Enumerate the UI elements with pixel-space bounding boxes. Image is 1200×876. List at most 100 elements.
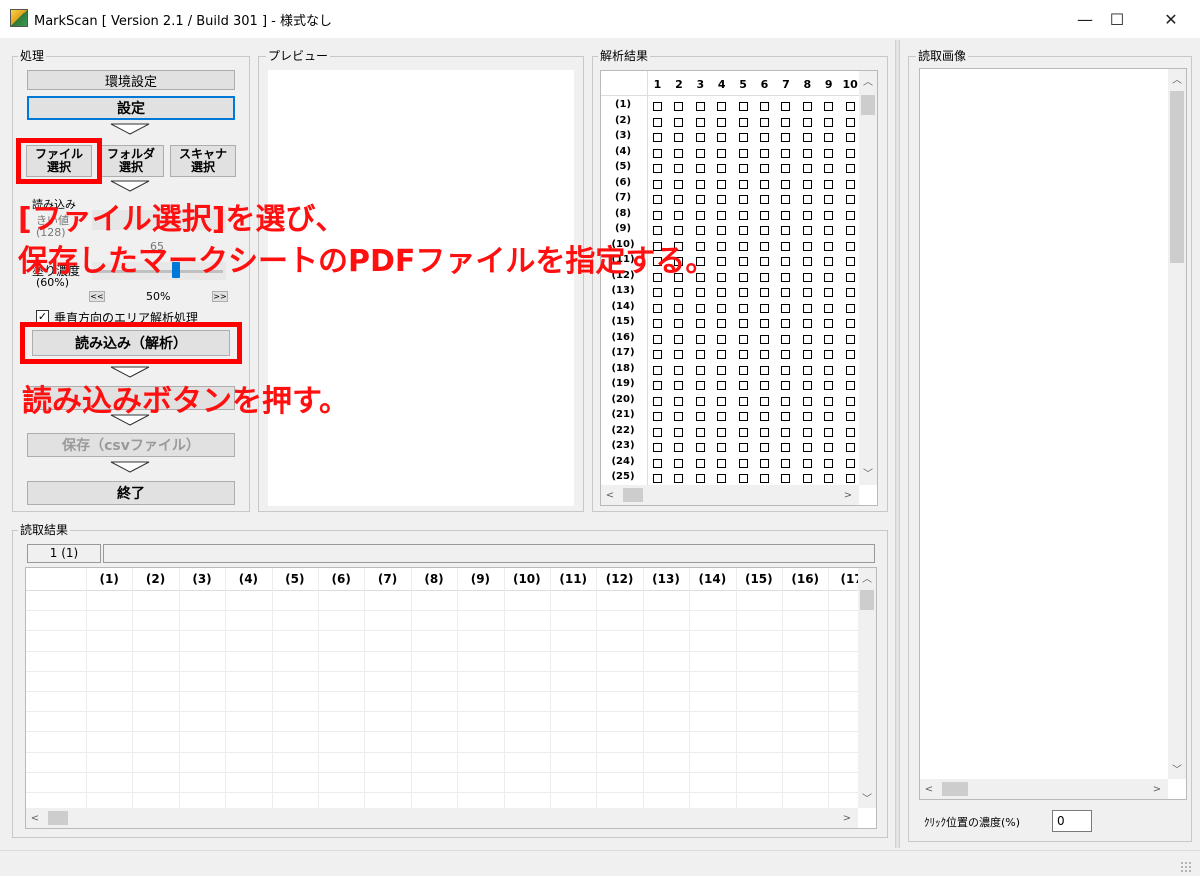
mark-checkbox[interactable] [674, 288, 684, 297]
mark-checkbox[interactable] [845, 257, 855, 266]
mark-checkbox[interactable] [695, 164, 705, 173]
mark-checkbox[interactable] [674, 179, 684, 189]
mark-checkbox[interactable] [717, 241, 727, 251]
mark-checkbox[interactable] [802, 381, 812, 390]
image-hscrollbar[interactable]: < > [920, 779, 1168, 799]
mark-checkbox[interactable] [781, 427, 791, 437]
scroll-down-icon[interactable]: ﹀ [858, 790, 876, 805]
mark-checkbox[interactable] [781, 381, 791, 390]
mark-checkbox[interactable] [738, 226, 748, 235]
mark-checkbox[interactable] [824, 241, 834, 251]
mark-checkbox[interactable] [802, 443, 812, 452]
mark-checkbox[interactable] [781, 179, 791, 189]
mark-checkbox[interactable] [802, 458, 812, 468]
image-vscrollbar[interactable]: ︿ ﹀ [1168, 69, 1186, 779]
mark-checkbox[interactable] [781, 102, 791, 111]
mark-checkbox[interactable] [738, 179, 748, 189]
image-vscroll-thumb[interactable] [1170, 91, 1184, 263]
mark-checkbox[interactable] [845, 272, 855, 282]
mark-checkbox[interactable] [781, 334, 791, 344]
mark-checkbox[interactable] [845, 474, 855, 483]
results-hscrollbar[interactable]: < > [26, 808, 858, 828]
mark-checkbox[interactable] [845, 412, 855, 421]
mark-checkbox[interactable] [738, 319, 748, 328]
mark-checkbox[interactable] [717, 350, 727, 359]
scanner-select-button[interactable]: スキャナ 選択 [170, 145, 236, 177]
mark-checkbox[interactable] [717, 427, 727, 437]
mark-checkbox[interactable] [695, 226, 705, 235]
mark-checkbox[interactable] [674, 195, 684, 204]
mark-checkbox[interactable] [845, 381, 855, 390]
save-csv-button[interactable]: 保存（csvファイル） [27, 433, 235, 457]
mark-checkbox[interactable] [802, 350, 812, 359]
mark-checkbox[interactable] [738, 257, 748, 266]
mark-checkbox[interactable] [738, 195, 748, 204]
mark-checkbox[interactable] [695, 396, 705, 406]
mark-checkbox[interactable] [781, 458, 791, 468]
mark-checkbox[interactable] [802, 474, 812, 483]
mark-checkbox[interactable] [760, 350, 769, 359]
mark-checkbox[interactable] [695, 195, 705, 204]
mark-checkbox[interactable] [653, 210, 662, 220]
mark-checkbox[interactable] [674, 365, 684, 375]
mark-checkbox[interactable] [781, 272, 791, 282]
mark-checkbox[interactable] [738, 350, 748, 359]
mark-checkbox[interactable] [781, 303, 791, 313]
mark-checkbox[interactable] [781, 412, 791, 421]
mark-checkbox[interactable] [674, 381, 684, 390]
mark-checkbox[interactable] [674, 164, 684, 173]
mark-checkbox[interactable] [781, 133, 791, 142]
mark-checkbox[interactable] [802, 117, 812, 127]
mark-checkbox[interactable] [824, 334, 834, 344]
mark-checkbox[interactable] [695, 133, 705, 142]
mark-checkbox[interactable] [824, 133, 834, 142]
mark-checkbox[interactable] [802, 334, 812, 344]
mark-checkbox[interactable] [653, 102, 662, 111]
mark-checkbox[interactable] [653, 381, 662, 390]
mark-checkbox[interactable] [781, 210, 791, 220]
mark-checkbox[interactable] [845, 164, 855, 173]
mark-checkbox[interactable] [738, 102, 748, 111]
mark-checkbox[interactable] [674, 319, 684, 328]
analysis-vscrollbar[interactable]: ︿ ﹀ [859, 71, 877, 485]
mark-checkbox[interactable] [738, 458, 748, 468]
mark-checkbox[interactable] [695, 381, 705, 390]
mark-checkbox[interactable] [781, 396, 791, 406]
mark-checkbox[interactable] [717, 257, 727, 266]
mark-checkbox[interactable] [695, 148, 705, 158]
mark-checkbox[interactable] [781, 474, 791, 483]
mark-checkbox[interactable] [738, 474, 748, 483]
mark-checkbox[interactable] [824, 474, 834, 483]
mark-checkbox[interactable] [653, 334, 662, 344]
mark-checkbox[interactable] [717, 195, 727, 204]
results-vscroll-thumb[interactable] [860, 590, 874, 610]
slider-decrease-button[interactable]: << [89, 291, 105, 302]
page-tab[interactable]: 1 (1) [27, 544, 101, 563]
environment-settings-button[interactable]: 環境設定 [27, 70, 235, 90]
mark-checkbox[interactable] [760, 226, 769, 235]
mark-checkbox[interactable] [738, 272, 748, 282]
mark-checkbox[interactable] [802, 257, 812, 266]
mark-checkbox[interactable] [653, 443, 662, 452]
mark-checkbox[interactable] [802, 164, 812, 173]
mark-checkbox[interactable] [824, 148, 834, 158]
mark-checkbox[interactable] [674, 133, 684, 142]
mark-checkbox[interactable] [824, 179, 834, 189]
mark-checkbox[interactable] [781, 443, 791, 452]
mark-checkbox[interactable] [845, 350, 855, 359]
mark-checkbox[interactable] [738, 365, 748, 375]
mark-checkbox[interactable] [674, 427, 684, 437]
mark-checkbox[interactable] [760, 334, 769, 344]
folder-select-button[interactable]: フォルダ 選択 [98, 145, 164, 177]
mark-checkbox[interactable] [845, 427, 855, 437]
mark-checkbox[interactable] [653, 412, 662, 421]
mark-checkbox[interactable] [760, 133, 769, 142]
scroll-left-icon[interactable]: < [922, 781, 936, 797]
mark-checkbox[interactable] [824, 102, 834, 111]
click-density-field[interactable]: 0 [1052, 810, 1092, 832]
mark-checkbox[interactable] [674, 396, 684, 406]
analysis-vscroll-thumb[interactable] [861, 95, 875, 115]
mark-checkbox[interactable] [760, 241, 769, 251]
mark-checkbox[interactable] [717, 210, 727, 220]
mark-checkbox[interactable] [781, 148, 791, 158]
